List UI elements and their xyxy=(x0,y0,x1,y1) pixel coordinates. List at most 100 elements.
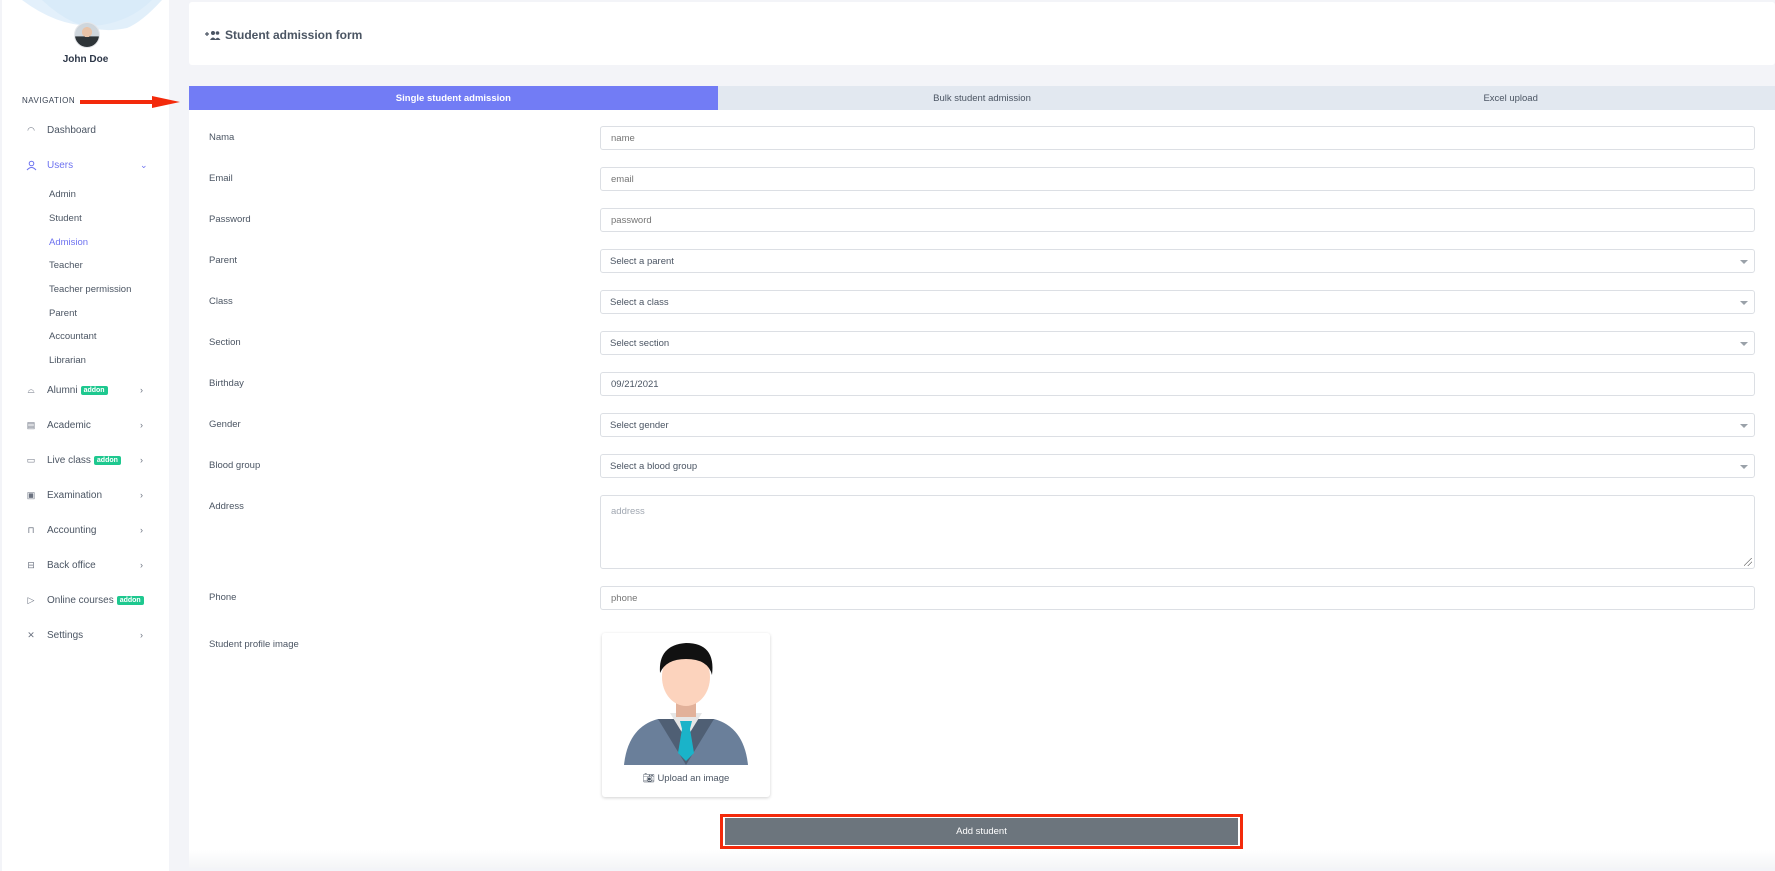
gender-label: Gender xyxy=(209,419,241,430)
sidebar-item-dashboard[interactable]: ◠ Dashboard xyxy=(2,120,169,140)
address-label: Address xyxy=(209,501,244,512)
admission-tabs: Single student admission Bulk student ad… xyxy=(189,86,1775,110)
card-bottom-shadow xyxy=(189,850,1775,868)
sidebar-item-academic[interactable]: ▤ Academic › xyxy=(2,415,169,435)
sidebar-item-label: Online courses xyxy=(47,594,114,606)
addon-badge: addon xyxy=(93,455,121,465)
caret-down-icon xyxy=(1740,424,1748,428)
section-label: Section xyxy=(209,337,241,348)
annotation-arrow xyxy=(80,96,180,108)
sidebar-item-label: Settings xyxy=(47,629,84,641)
play-icon: ▷ xyxy=(27,594,35,605)
user-name: John Doe xyxy=(62,54,109,65)
tab-excel-upload[interactable]: Excel upload xyxy=(1246,86,1775,110)
chevron-right-icon: › xyxy=(140,455,143,465)
chevron-right-icon: › xyxy=(140,560,143,570)
addon-badge: addon xyxy=(116,595,144,605)
admission-form: Single student admission Bulk student ad… xyxy=(189,86,1775,868)
upload-image-label: Upload an image xyxy=(657,773,730,784)
sidebar-subitem-admision[interactable]: Admision xyxy=(49,237,88,248)
addon-badge: addon xyxy=(80,385,108,395)
parent-label: Parent xyxy=(209,255,237,266)
chevron-right-icon: › xyxy=(140,420,143,430)
tab-bulk-student-admission[interactable]: Bulk student admission xyxy=(718,86,1247,110)
blood-group-label: Blood group xyxy=(209,460,261,471)
address-textarea[interactable]: address xyxy=(600,495,1755,569)
chevron-down-icon: ⌄ xyxy=(140,159,148,170)
page-title-text: Student admission form xyxy=(225,28,363,42)
birthday-label: Birthday xyxy=(209,378,244,389)
sidebar-item-label: Dashboard xyxy=(47,124,96,136)
address-placeholder: address xyxy=(611,506,645,517)
sidebar-item-back-office[interactable]: ⊟ Back office › xyxy=(2,555,169,575)
gauge-icon: ◠ xyxy=(27,124,35,135)
page-title: Student admission form xyxy=(205,28,362,42)
sidebar-item-label: Alumni xyxy=(47,384,78,396)
name-label: Nama xyxy=(209,132,235,143)
nav-section-title: NAVIGATION xyxy=(22,96,76,105)
blood-group-select-value: Select a blood group xyxy=(610,460,698,472)
gender-select[interactable]: Select gender xyxy=(600,413,1755,437)
class-select-value: Select a class xyxy=(610,296,669,308)
sidebar-subitem-admin[interactable]: Admin xyxy=(49,189,76,200)
section-select[interactable]: Select section xyxy=(600,331,1755,355)
sidebar-subitem-student[interactable]: Student xyxy=(49,213,82,224)
sidebar-subitem-teacher-permission[interactable]: Teacher permission xyxy=(49,284,131,295)
email-input[interactable] xyxy=(600,167,1755,191)
sidebar-item-live-class[interactable]: ▭ Live class addon › xyxy=(2,450,169,470)
add-student-button[interactable]: Add student xyxy=(725,818,1238,845)
sidebar-item-users[interactable]: Users ⌄ xyxy=(2,155,169,175)
page-header: Student admission form xyxy=(189,2,1775,65)
caret-down-icon xyxy=(1740,301,1748,305)
birthday-input[interactable] xyxy=(600,372,1755,396)
sidebar-item-label: Live class xyxy=(47,454,91,466)
blood-group-select[interactable]: Select a blood group xyxy=(600,454,1755,478)
building-icon: ▤ xyxy=(26,419,36,430)
sidebar-item-label: Back office xyxy=(47,559,96,571)
parent-select-value: Select a parent xyxy=(610,255,674,267)
sidebar-item-label: Accounting xyxy=(47,524,97,536)
caret-down-icon xyxy=(1740,342,1748,346)
caret-down-icon xyxy=(1740,465,1748,469)
tab-single-student-admission[interactable]: Single student admission xyxy=(189,86,718,110)
chevron-right-icon: › xyxy=(140,490,143,500)
name-input[interactable] xyxy=(600,126,1755,150)
camera-icon: 📷︎ xyxy=(642,773,655,784)
default-avatar-image xyxy=(624,643,748,765)
sidebar-item-examination[interactable]: ▣ Examination › xyxy=(2,485,169,505)
sidebar: John Doe NAVIGATION ◠ Dashboard Users ⌄ … xyxy=(2,0,169,871)
sidebar-item-accounting[interactable]: ⊓ Accounting › xyxy=(2,520,169,540)
email-label: Email xyxy=(209,173,233,184)
profile-image-label: Student profile image xyxy=(209,639,299,650)
phone-input[interactable] xyxy=(600,586,1755,610)
caret-down-icon xyxy=(1740,260,1748,264)
sidebar-subitem-accountant[interactable]: Accountant xyxy=(49,331,97,342)
clipboard-icon: ▣ xyxy=(26,489,36,500)
sidebar-subitem-parent[interactable]: Parent xyxy=(49,308,77,319)
resize-handle[interactable] xyxy=(1744,558,1752,566)
class-label: Class xyxy=(209,296,233,307)
chevron-right-icon: › xyxy=(140,630,143,640)
user-add-icon xyxy=(205,31,221,40)
graduation-cap-icon: ⌓ xyxy=(27,384,35,395)
chevron-right-icon: › xyxy=(140,385,143,395)
sidebar-item-settings[interactable]: ✕ Settings › xyxy=(2,625,169,645)
sidebar-item-label: Academic xyxy=(47,419,91,431)
profile-image-uploader[interactable]: 📷︎ Upload an image xyxy=(602,633,770,797)
password-input[interactable] xyxy=(600,208,1755,232)
tools-icon: ✕ xyxy=(27,629,35,640)
sidebar-item-label: Examination xyxy=(47,489,103,501)
video-icon: ▭ xyxy=(26,454,36,465)
parent-select[interactable]: Select a parent xyxy=(600,249,1755,273)
sidebar-subitem-teacher[interactable]: Teacher xyxy=(49,260,83,271)
class-select[interactable]: Select a class xyxy=(600,290,1755,314)
sidebar-subitem-librarian[interactable]: Librarian xyxy=(49,355,86,366)
section-select-value: Select section xyxy=(610,337,670,349)
avatar[interactable] xyxy=(74,22,100,48)
briefcase-icon: ⊓ xyxy=(27,524,35,535)
printer-icon: ⊟ xyxy=(27,559,35,570)
upload-image-link[interactable]: 📷︎ Upload an image xyxy=(602,773,770,784)
sidebar-item-label: Users xyxy=(47,159,74,171)
sidebar-item-alumni[interactable]: ⌓ Alumni addon › xyxy=(2,380,169,400)
sidebar-item-online-courses[interactable]: ▷ Online courses addon xyxy=(2,590,169,610)
